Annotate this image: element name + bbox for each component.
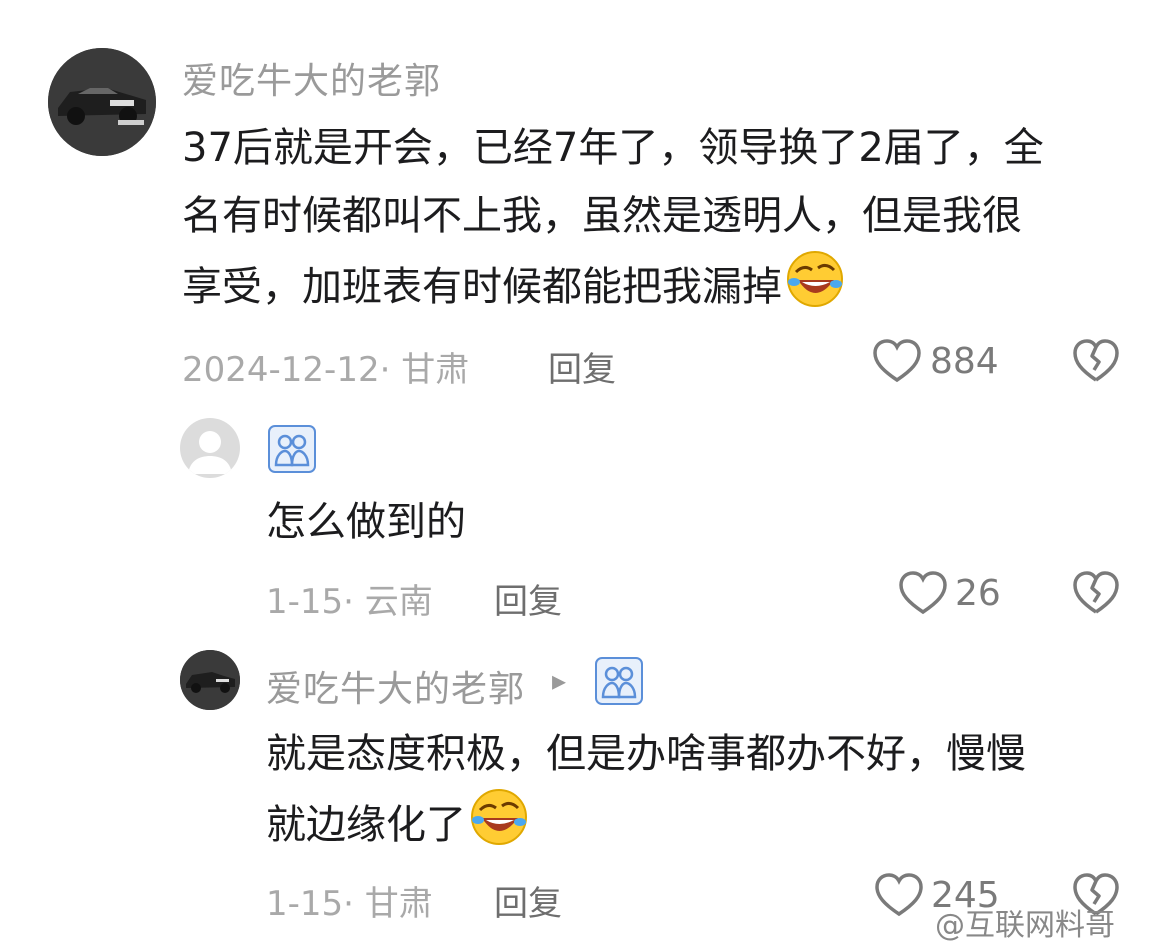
comment-date-location: 2024-12-12· 甘肃 bbox=[182, 350, 470, 390]
reply-line-last: 就边缘化了 bbox=[266, 788, 1146, 859]
reply-button[interactable]: 回复 bbox=[548, 342, 616, 391]
reply-body: 就是态度积极，但是办啥事都办不好，慢慢 就边缘化了 bbox=[266, 720, 1146, 859]
rolling-laughing-emoji bbox=[471, 789, 527, 845]
like-count: 26 bbox=[955, 573, 1001, 614]
friends-badge-icon bbox=[268, 425, 316, 473]
dislike-broken-heart-icon[interactable] bbox=[1072, 570, 1120, 616]
comment-line-last: 享受，加班表有时候都能把我漏掉 bbox=[182, 250, 1142, 321]
avatar[interactable] bbox=[180, 650, 240, 710]
reply-button[interactable]: 回复 bbox=[494, 876, 562, 925]
reply-body: 怎么做到的 bbox=[266, 499, 466, 545]
reply-line: 就是态度积极，但是办啥事都办不好，慢慢 bbox=[266, 731, 1026, 777]
reply-username[interactable]: 爱吃牛大的老郭 bbox=[266, 660, 525, 712]
comment-line-text: 享受，加班表有时候都能把我漏掉 bbox=[182, 264, 782, 310]
reply-button[interactable]: 回复 bbox=[494, 574, 562, 623]
comment-line: 名有时候都叫不上我，虽然是透明人，但是我很 bbox=[182, 193, 1022, 239]
police-car-avatar-image bbox=[180, 650, 240, 710]
comment-username[interactable]: 爱吃牛大的老郭 bbox=[182, 52, 441, 104]
heart-icon[interactable] bbox=[898, 570, 948, 616]
comment-line: 37后就是开会，已经7年了，领导换了2届了，全 bbox=[182, 125, 1044, 171]
watermark-text: @互联网料哥 bbox=[935, 908, 1115, 943]
avatar[interactable] bbox=[48, 48, 156, 156]
reply-date-location: 1-15· 甘肃 bbox=[266, 884, 433, 924]
heart-icon[interactable] bbox=[874, 872, 924, 918]
friends-badge-icon bbox=[595, 657, 643, 705]
police-car-avatar-image bbox=[48, 48, 156, 156]
rolling-laughing-emoji bbox=[787, 251, 843, 307]
user-placeholder-icon bbox=[188, 431, 232, 474]
default-avatar[interactable] bbox=[180, 418, 240, 478]
reply-date-location: 1-15· 云南 bbox=[266, 582, 433, 622]
reply-line-text: 就边缘化了 bbox=[266, 802, 466, 848]
dislike-broken-heart-icon[interactable] bbox=[1072, 338, 1120, 384]
comment-body: 37后就是开会，已经7年了，领导换了2届了，全 名有时候都叫不上我，虽然是透明人… bbox=[182, 114, 1142, 321]
like-count: 884 bbox=[930, 341, 999, 382]
heart-icon[interactable] bbox=[872, 338, 922, 384]
reply-to-arrow-icon: ▸ bbox=[552, 664, 567, 697]
